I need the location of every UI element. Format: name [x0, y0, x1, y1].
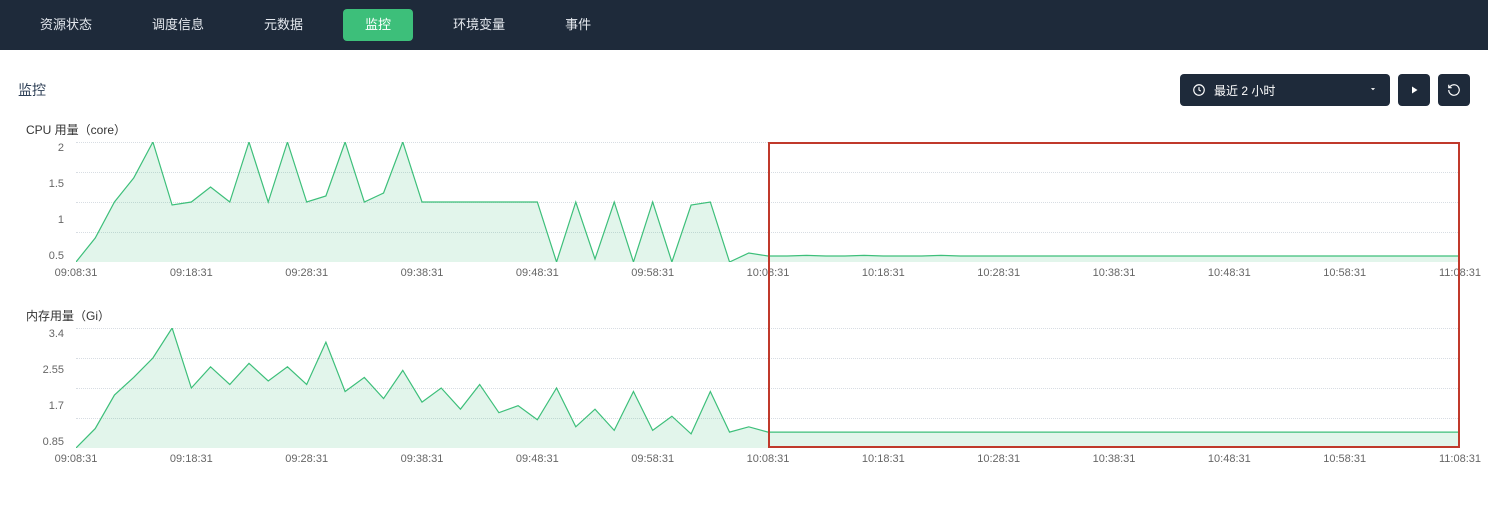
chart-cpu: CPU 用量（core） 21.510.5 09:08:3109:18:3109:2… [18, 121, 1470, 287]
chart-wrap: 3.42.551.70.85 09:08:3109:18:3109:28:3109… [18, 328, 1470, 473]
chart-memory: 内存用量（Gi） 3.42.551.70.85 09:08:3109:18:3109… [18, 307, 1470, 473]
refresh-button[interactable] [1438, 74, 1470, 106]
tab-4[interactable]: 环境变量 [423, 0, 535, 50]
monitoring-content: 监控 最近 2 小时 CPU 用量（core）21.510.50 [0, 54, 1488, 503]
tab-3[interactable]: 监控 [343, 9, 413, 41]
tab-0[interactable]: 资源状态 [10, 0, 122, 50]
y-axis-labels: 3.42.551.70.85 [18, 328, 70, 448]
chart-title: CPU 用量（core） [18, 121, 1470, 138]
tab-5[interactable]: 事件 [535, 0, 621, 50]
tab-2[interactable]: 元数据 [234, 0, 333, 50]
header-row: 监控 最近 2 小时 [18, 74, 1470, 106]
y-axis-labels: 21.510.5 [18, 142, 70, 262]
play-button[interactable] [1398, 74, 1430, 106]
time-range-select[interactable]: 最近 2 小时 [1180, 74, 1390, 106]
tab-bar: 资源状态调度信息元数据监控环境变量事件 [0, 0, 1488, 50]
x-axis-labels: 09:08:3109:18:3109:28:3109:38:3109:48:31… [76, 267, 1460, 285]
time-range-label: 最近 2 小时 [1214, 82, 1275, 99]
chart-svg [76, 328, 1460, 448]
plot-area [76, 142, 1460, 262]
controls: 最近 2 小时 [1180, 74, 1470, 106]
chart-svg [76, 142, 1460, 262]
plot-area [76, 328, 1460, 448]
section-title: 监控 [18, 80, 46, 100]
chart-title: 内存用量（Gi） [18, 307, 1470, 324]
x-axis-labels: 09:08:3109:18:3109:28:3109:38:3109:48:31… [76, 453, 1460, 471]
tab-1[interactable]: 调度信息 [122, 0, 234, 50]
chart-wrap: 21.510.5 09:08:3109:18:3109:28:3109:38:31… [18, 142, 1470, 287]
chevron-down-icon [1368, 83, 1378, 97]
clock-icon [1192, 83, 1206, 97]
